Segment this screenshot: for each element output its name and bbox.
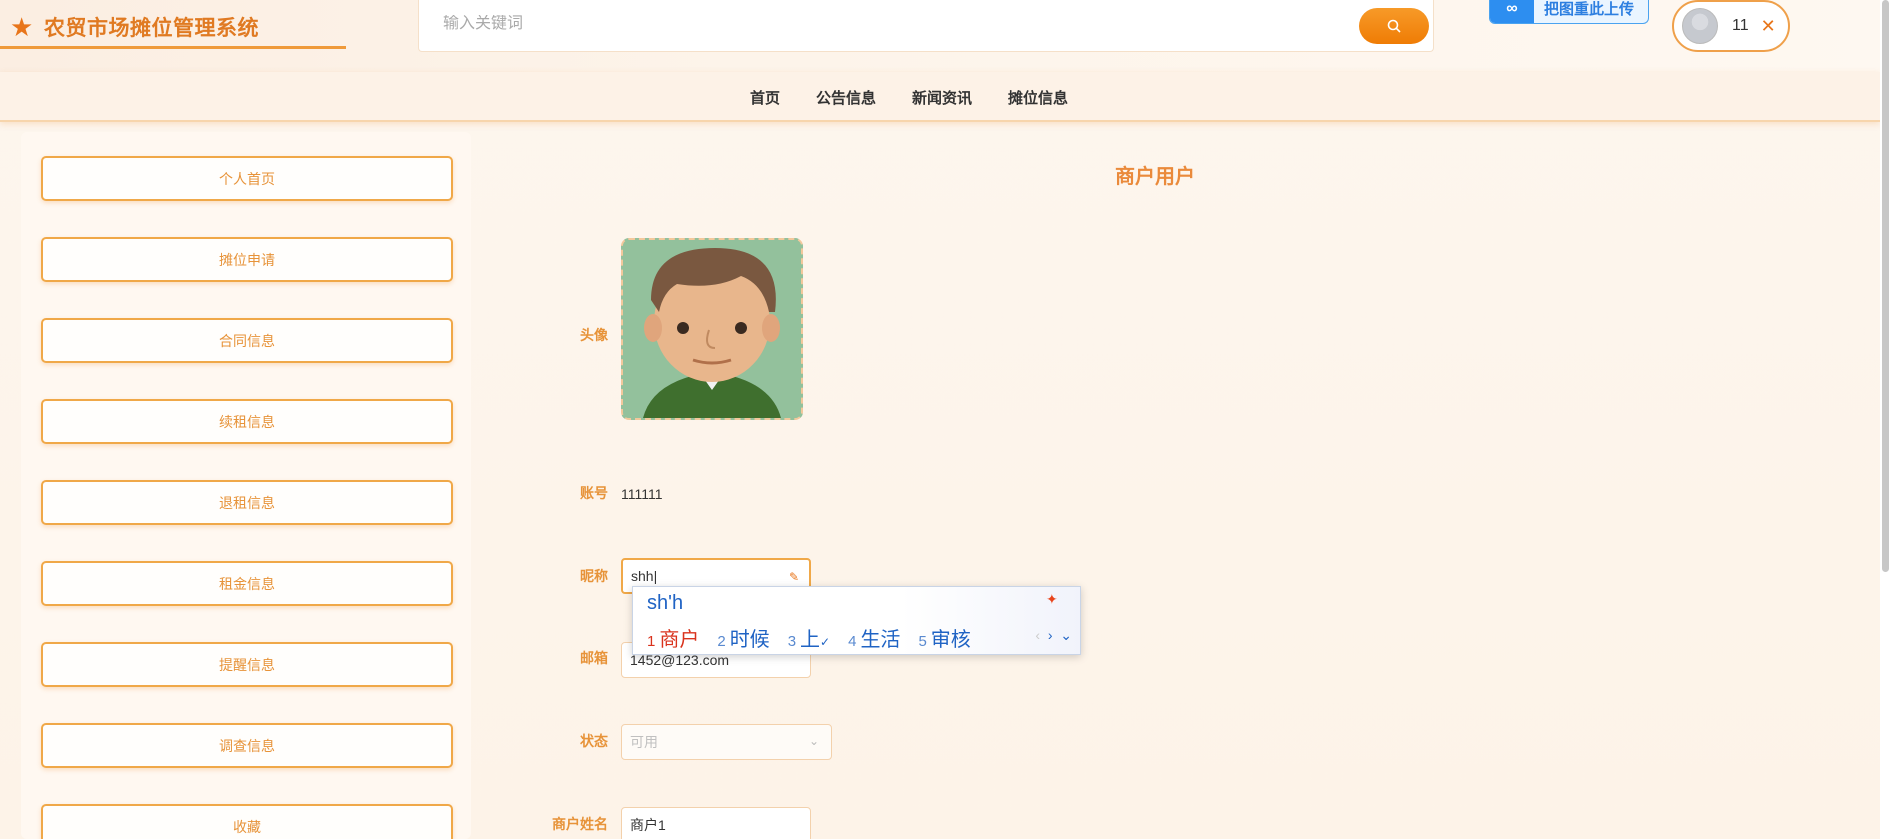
upload-badge[interactable]: ∞ 把图重此上传 (1489, 0, 1649, 24)
nav-item-home[interactable]: 首页 (750, 87, 780, 108)
logo-underline (0, 46, 346, 49)
account-label: 账号 (580, 485, 608, 501)
top-nav: 首页 公告信息 新闻资讯 摊位信息 (0, 72, 1880, 122)
sidebar-item-terminations[interactable]: 退租信息 (41, 480, 453, 525)
page-title: 商户用户 (1115, 166, 1195, 188)
ime-candidate-popup: sh'h ✦ 1 商户 2 时候 3 上✓ 4 生活 5 审核 ‹ › ⌄ (632, 586, 1081, 655)
search-input[interactable] (443, 15, 1343, 33)
logo[interactable]: ★ 农贸市场摊位管理系统 (10, 12, 259, 42)
pencil-icon: ✎ (788, 570, 799, 584)
nav-item-stalls[interactable]: 摊位信息 (1008, 87, 1068, 108)
header: ★ 农贸市场摊位管理系统 ∞ 把图重此上传 11 ✕ (0, 0, 1890, 72)
nav-item-announcements[interactable]: 公告信息 (816, 87, 876, 108)
nickname-label: 昵称 (580, 568, 608, 584)
sidebar-item-renewals[interactable]: 续租信息 (41, 399, 453, 444)
sidebar: 个人首页 摊位申请 合同信息 续租信息 退租信息 租金信息 提醒信息 调查信息 … (21, 132, 471, 839)
merchant-name-value: 商户1 (630, 817, 666, 833)
ime-candidate[interactable]: 2 时候 (717, 623, 769, 652)
chevron-down-icon: ⌄ (808, 734, 819, 748)
sidebar-item-stall-apply[interactable]: 摊位申请 (41, 237, 453, 282)
sidebar-item-surveys[interactable]: 调查信息 (41, 723, 453, 768)
avatar-label: 头像 (580, 327, 608, 343)
account-value: 111111 (621, 486, 663, 502)
search-bar (418, 0, 1434, 52)
sidebar-item-rent[interactable]: 租金信息 (41, 561, 453, 606)
sidebar-item-favorites[interactable]: 收藏 (41, 804, 453, 839)
chevron-down-icon[interactable]: ⌄ (1060, 627, 1072, 643)
check-icon: ✓ (820, 635, 831, 649)
avatar (1682, 8, 1718, 44)
search-button[interactable] (1359, 8, 1429, 44)
email-label: 邮箱 (580, 650, 608, 666)
sidebar-item-profile[interactable]: 个人首页 (41, 156, 453, 201)
status-value: 可用 (630, 734, 658, 750)
user-menu[interactable]: 11 ✕ (1672, 0, 1790, 52)
chevron-right-icon[interactable]: › (1048, 627, 1053, 643)
infinity-icon: ∞ (1490, 0, 1534, 23)
ime-page-nav[interactable]: ‹ › ⌄ (1035, 627, 1072, 644)
status-label: 状态 (580, 733, 608, 749)
ime-typed-text: sh'h (647, 592, 684, 614)
merchant-name-input[interactable]: 商户1 (621, 807, 811, 839)
close-icon[interactable]: ✕ (1761, 16, 1776, 37)
search-icon (1387, 19, 1401, 33)
ime-candidate[interactable]: 1 商户 (647, 623, 699, 652)
avatar-image (623, 240, 801, 418)
sidebar-item-contracts[interactable]: 合同信息 (41, 318, 453, 363)
status-select[interactable]: 可用 ⌄ (621, 724, 832, 760)
scrollbar-thumb[interactable] (1882, 0, 1889, 572)
user-name: 11 (1732, 17, 1749, 34)
ime-logo-icon: ✦ (1046, 591, 1058, 607)
upload-text: 把图重此上传 (1544, 1, 1635, 18)
nickname-value: shh (631, 568, 654, 584)
ime-candidate[interactable]: 4 生活 (848, 623, 900, 652)
avatar-upload[interactable] (621, 238, 803, 420)
ime-candidate[interactable]: 5 审核 (918, 623, 970, 652)
star-icon: ★ (10, 12, 34, 42)
nav-item-news[interactable]: 新闻资讯 (912, 87, 972, 108)
app-title: 农贸市场摊位管理系统 (44, 17, 259, 40)
merchant-name-label: 商户姓名 (552, 816, 608, 832)
sidebar-item-reminders[interactable]: 提醒信息 (41, 642, 453, 687)
chevron-left-icon[interactable]: ‹ (1035, 627, 1040, 643)
ime-candidate[interactable]: 3 上✓ (788, 623, 830, 652)
